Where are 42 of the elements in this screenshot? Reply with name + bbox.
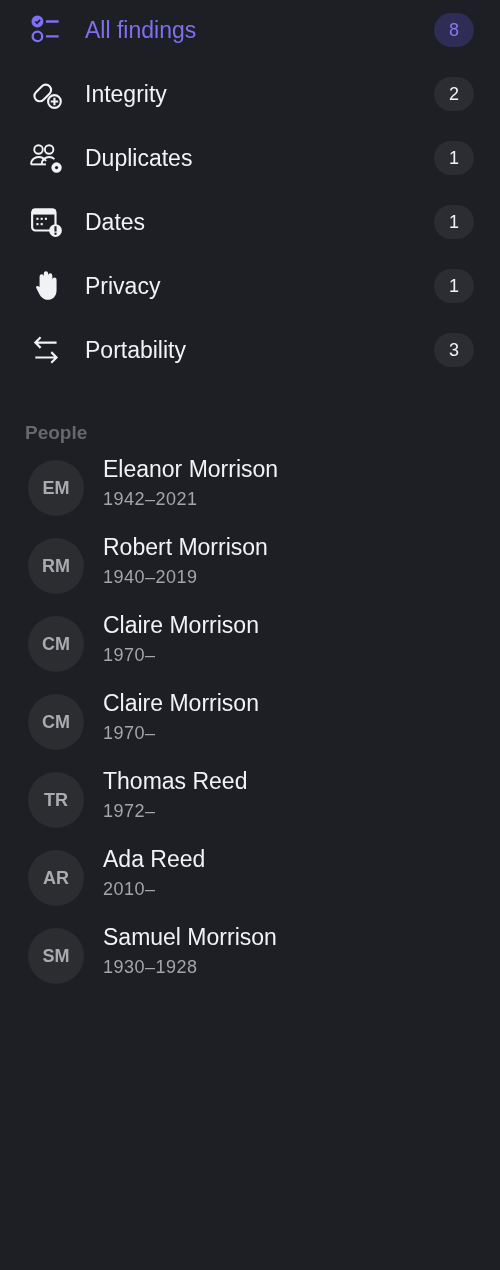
- category-item[interactable]: Integrity 2: [30, 74, 474, 114]
- category-label: Integrity: [85, 80, 168, 108]
- avatar: AR: [28, 850, 84, 906]
- person-name[interactable]: Robert Morrison: [103, 534, 268, 561]
- life-dates: 1970–: [103, 645, 156, 666]
- category-label: Privacy: [85, 272, 162, 300]
- person-name[interactable]: Claire Morrison: [103, 690, 259, 717]
- category-item[interactable]: All findings 8: [30, 10, 474, 50]
- avatar: CM: [28, 616, 84, 672]
- life-dates: 1972–: [103, 801, 156, 822]
- calendar-alert-icon: [30, 205, 64, 239]
- life-dates: 1970–: [103, 723, 156, 744]
- category-label: All findings: [85, 16, 198, 44]
- avatar: SM: [28, 928, 84, 984]
- count-badge: 1: [434, 205, 474, 239]
- category-item[interactable]: Duplicates 1: [30, 138, 474, 178]
- count-badge: 2: [434, 77, 474, 111]
- life-dates: 1942–2021: [103, 489, 198, 510]
- category-label: Portability: [85, 336, 187, 364]
- people-gear-icon: [30, 141, 64, 175]
- person-name[interactable]: Samuel Morrison: [103, 924, 277, 951]
- person-name[interactable]: Ada Reed: [103, 846, 206, 873]
- section-heading: People: [25, 422, 89, 444]
- category-label: Duplicates: [85, 144, 194, 172]
- count-badge: 8: [434, 13, 474, 47]
- life-dates: 2010–: [103, 879, 156, 900]
- avatar: RM: [28, 538, 84, 594]
- count-badge: 3: [434, 333, 474, 367]
- avatar: TR: [28, 772, 84, 828]
- count-badge: 1: [434, 269, 474, 303]
- avatar: EM: [28, 460, 84, 516]
- count-badge: 1: [434, 141, 474, 175]
- category-label: Dates: [85, 208, 147, 236]
- person-name[interactable]: Claire Morrison: [103, 612, 259, 639]
- category-item[interactable]: Dates 1: [30, 202, 474, 242]
- avatar: CM: [28, 694, 84, 750]
- person-name[interactable]: Eleanor Morrison: [103, 456, 279, 483]
- life-dates: 1930–1928: [103, 957, 198, 978]
- life-dates: 1940–2019: [103, 567, 198, 588]
- category-item[interactable]: Privacy 1: [30, 266, 474, 306]
- person-name[interactable]: Thomas Reed: [103, 768, 248, 795]
- category-item[interactable]: Portability 3: [30, 330, 474, 370]
